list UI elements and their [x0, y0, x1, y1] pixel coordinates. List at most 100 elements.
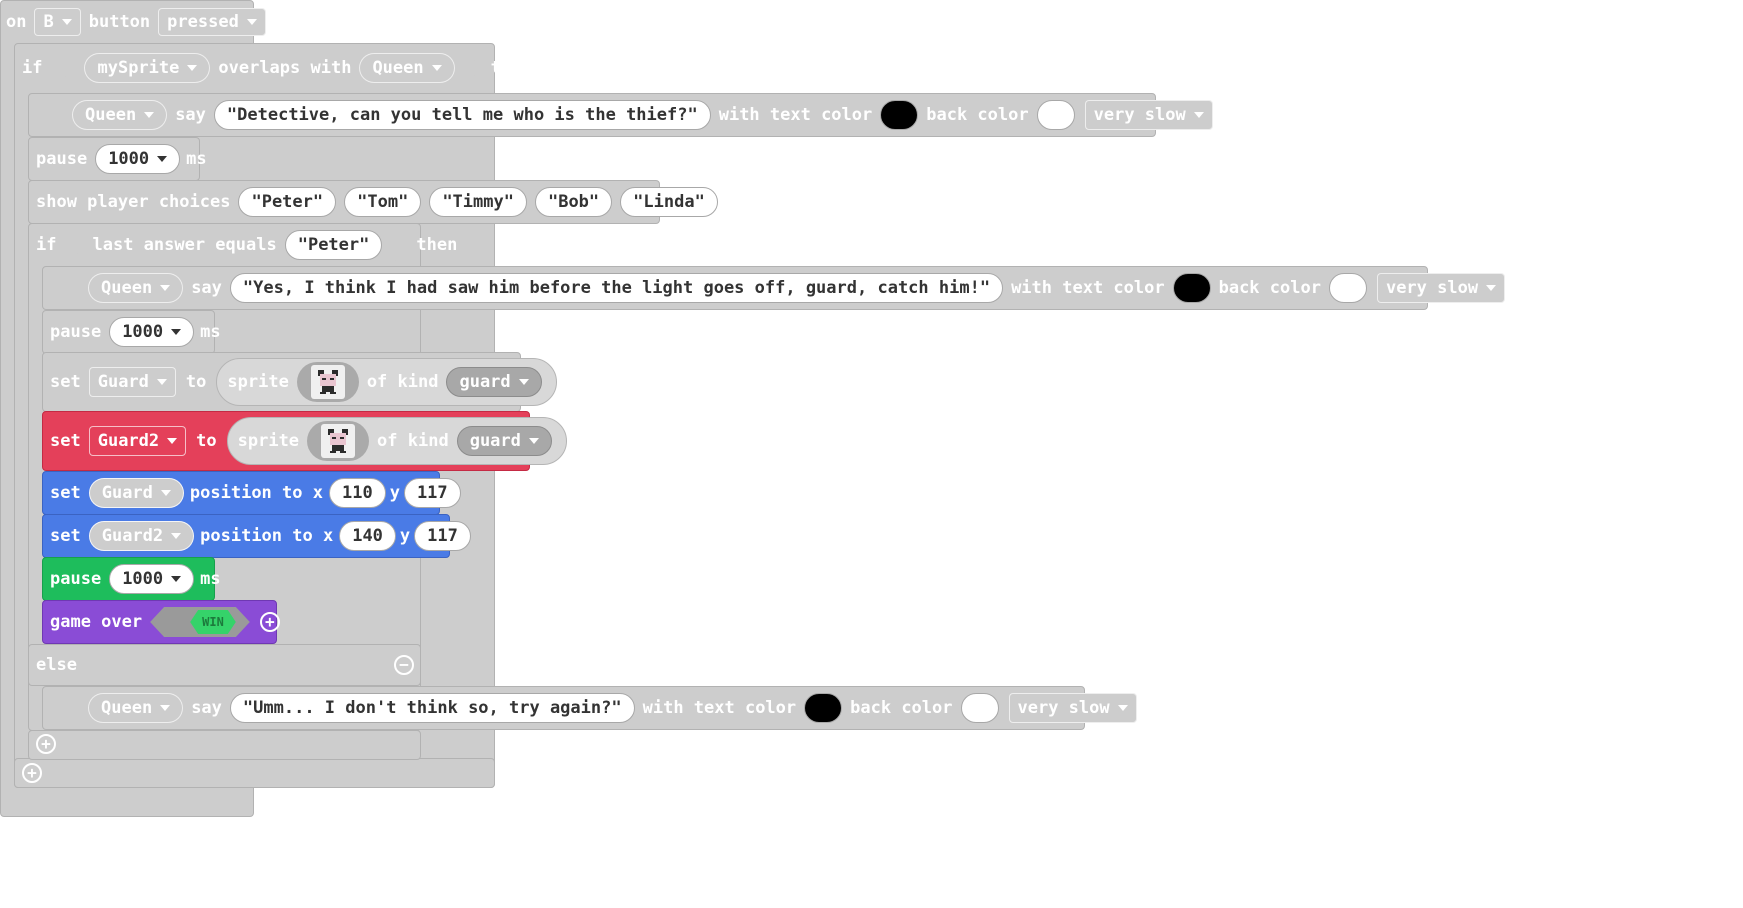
chevron-down-icon	[61, 19, 72, 25]
back-color-swatch[interactable]	[960, 693, 999, 723]
plus-circle-icon[interactable]: +	[727, 192, 748, 212]
say-label: say	[191, 698, 222, 718]
variable-value: Guard	[101, 483, 153, 503]
speed-dropdown[interactable]: very slow	[1376, 273, 1506, 303]
variable-dropdown[interactable]: Guard2	[88, 426, 187, 456]
say-text-input[interactable]: "Umm... I don't think so, try again?"	[229, 693, 635, 723]
chevron-down-icon	[160, 705, 171, 711]
if-keyword: if	[22, 58, 43, 78]
text-color-swatch[interactable]	[880, 100, 919, 130]
pause-value-dropdown[interactable]: 1000	[109, 317, 195, 347]
kind-value: guard	[469, 431, 521, 451]
chevron-down-icon	[160, 490, 171, 496]
sprite-image-picker[interactable]	[307, 421, 370, 461]
choice-input[interactable]: "Bob"	[534, 187, 613, 217]
back-color-label: back color	[926, 105, 1029, 125]
to-label: to	[185, 372, 207, 392]
game-over-label: game over	[50, 612, 143, 632]
chevron-down-icon	[1117, 705, 1128, 711]
choice-input[interactable]: "Tom"	[344, 187, 422, 217]
say-sprite-dropdown[interactable]: Queen	[88, 273, 184, 303]
chevron-down-icon	[157, 156, 168, 162]
sprite-image-picker[interactable]	[296, 362, 359, 402]
win-label: WIN	[190, 610, 236, 634]
pause-value-dropdown[interactable]: 1000	[109, 564, 195, 594]
y-input[interactable]: 117	[403, 478, 461, 508]
say-text-input[interactable]: "Yes, I think I had saw him before the l…	[229, 273, 1004, 303]
sprite-value: mySprite	[97, 58, 180, 78]
if-keyword: if	[36, 235, 57, 255]
plus-circle-icon[interactable]: +	[22, 763, 42, 783]
sprite-of-kind-block[interactable]: sprite of kind guard	[226, 417, 567, 465]
text-color-label: with text color	[718, 105, 873, 125]
sprite-of-kind-block[interactable]: sprite of kind guard	[216, 358, 557, 406]
pause-value: 1000	[122, 322, 164, 342]
chevron-down-icon	[528, 438, 539, 444]
set-label: set	[50, 483, 81, 503]
y-input[interactable]: 117	[414, 521, 471, 551]
back-color-label: back color	[850, 698, 953, 718]
guard-sprite-image	[321, 424, 356, 458]
plus-circle-icon[interactable]: +	[1515, 278, 1536, 298]
back-color-swatch[interactable]	[1328, 273, 1367, 303]
back-color-swatch[interactable]	[1036, 100, 1075, 130]
plus-circle-icon[interactable]: +	[36, 734, 56, 754]
speed-dropdown[interactable]: very slow	[1084, 100, 1213, 130]
kind-dropdown[interactable]: Queen	[359, 53, 454, 83]
kind-dropdown[interactable]: guard	[456, 426, 552, 456]
chevron-down-icon	[171, 576, 182, 582]
variable-dropdown[interactable]: Guard2	[88, 521, 195, 551]
variable-dropdown[interactable]: Guard	[88, 367, 176, 397]
sprite-label: sprite	[237, 431, 300, 451]
text-color-swatch[interactable]	[804, 693, 843, 723]
say-sprite-dropdown[interactable]: Queen	[72, 100, 168, 130]
answer-value-input[interactable]: "Peter"	[285, 230, 383, 260]
choice-input[interactable]: "Linda"	[620, 187, 718, 217]
answer-condition[interactable]: last answer equals "Peter"	[70, 228, 408, 262]
chevron-down-icon	[171, 329, 182, 335]
variable-dropdown[interactable]: Guard	[88, 478, 184, 508]
set-label: set	[50, 372, 81, 392]
pause-value: 1000	[122, 569, 164, 589]
pause-value: 1000	[108, 149, 150, 169]
kind-value: guard	[459, 372, 511, 392]
ms-label: ms	[200, 569, 221, 589]
speed-value: very slow	[1017, 698, 1110, 718]
overlaps-label: overlaps with	[218, 58, 352, 78]
then-keyword: then	[490, 58, 532, 78]
of-kind-label: of kind	[377, 431, 449, 451]
overlaps-condition[interactable]: mySprite overlaps with Queen	[58, 51, 480, 85]
plus-circle-icon[interactable]: +	[1146, 698, 1167, 718]
action-dropdown[interactable]: pressed	[158, 8, 266, 36]
choice-input[interactable]: "Timmy"	[429, 187, 527, 217]
to-label: to	[196, 431, 217, 451]
button-key-dropdown[interactable]: B	[34, 8, 81, 36]
position-label: position to x	[189, 483, 323, 503]
y-label: y	[399, 526, 411, 546]
y-label: y	[389, 483, 400, 503]
say-text-input[interactable]: "Detective, can you tell me who is the t…	[213, 100, 711, 130]
text-color-swatch[interactable]	[1172, 273, 1211, 303]
chevron-down-icon	[187, 65, 197, 71]
set-label: set	[50, 526, 81, 546]
x-input[interactable]: 140	[339, 521, 396, 551]
plus-circle-icon[interactable]: +	[1222, 105, 1243, 125]
speed-dropdown[interactable]: very slow	[1008, 693, 1137, 723]
chevron-down-icon	[246, 19, 257, 25]
x-input[interactable]: 110	[328, 478, 386, 508]
sprite-dropdown[interactable]: mySprite	[84, 53, 210, 83]
plus-circle-icon[interactable]: +	[259, 612, 280, 632]
kind-value: Queen	[372, 58, 424, 78]
chevron-down-icon	[160, 285, 171, 291]
kind-dropdown[interactable]: guard	[446, 367, 542, 397]
back-color-label: back color	[1218, 278, 1321, 298]
win-toggle[interactable]: WIN	[150, 607, 250, 637]
sprite-label: sprite	[227, 372, 289, 392]
pause-value-dropdown[interactable]: 1000	[95, 144, 181, 174]
minus-circle-icon[interactable]: −	[394, 655, 414, 675]
workspace: on B button pressed if mySprite overlaps…	[0, 0, 1743, 908]
chevron-down-icon	[156, 379, 167, 385]
speed-value: very slow	[1385, 278, 1479, 298]
choice-input[interactable]: "Peter"	[238, 187, 337, 217]
say-sprite-dropdown[interactable]: Queen	[88, 693, 184, 723]
